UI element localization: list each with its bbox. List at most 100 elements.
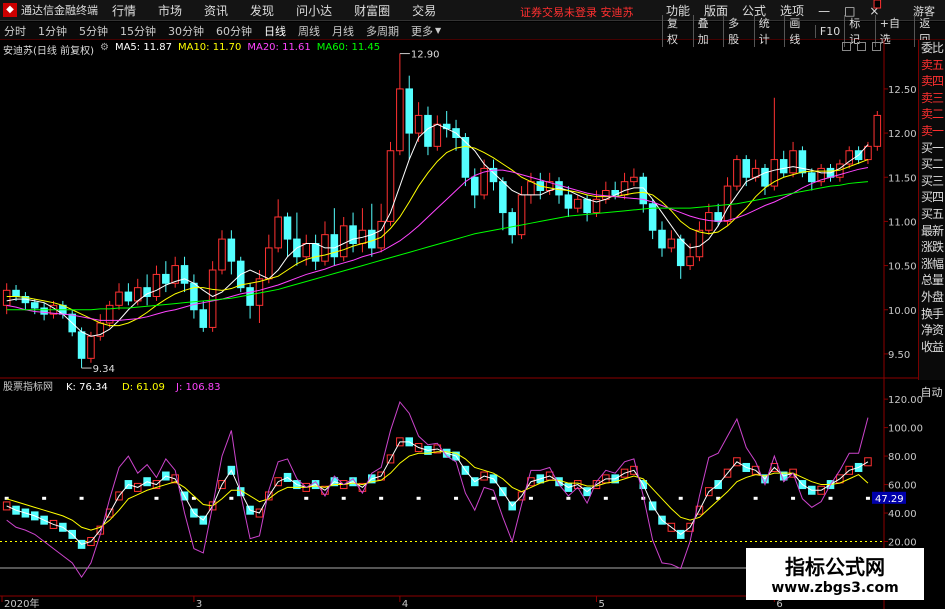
candle-body xyxy=(742,159,751,178)
high-annotation: 12.90 xyxy=(411,50,440,61)
candle-body xyxy=(695,229,704,258)
indicator-candle xyxy=(873,0,882,9)
y-tick-label: 12.00 xyxy=(888,129,917,140)
stock-chart[interactable]: 12.50 12.00 11.50 11.00 10.50 10.00 9.50 12.90 9… xyxy=(0,0,945,609)
candle-body xyxy=(658,229,666,249)
candle-body xyxy=(246,287,254,306)
indicator-k: K: 76.34 xyxy=(66,382,108,393)
ref-dot-50 xyxy=(454,496,459,500)
x-tick-label: 6 xyxy=(776,599,782,609)
candle-body xyxy=(873,114,882,147)
ref-dot-50 xyxy=(791,496,796,500)
kdj-line-k xyxy=(6,441,869,545)
candle-body xyxy=(77,331,86,359)
ref-dot-50 xyxy=(229,496,234,500)
x-tick-label: 2020年 xyxy=(4,597,39,609)
candle-body xyxy=(124,291,133,302)
candle-body xyxy=(620,181,629,196)
candle-body xyxy=(349,225,357,244)
candle-body xyxy=(470,176,479,196)
y-tick-label: 10.50 xyxy=(888,262,917,273)
watermark-url: www.zbgs3.com xyxy=(771,580,899,596)
candle-body xyxy=(115,291,123,306)
candle-body xyxy=(30,302,39,309)
indicator-tick-label: 60.00 xyxy=(888,481,917,492)
ref-dot-50 xyxy=(42,496,47,500)
ma-line-ma5 xyxy=(6,123,869,337)
candle-body xyxy=(527,181,535,196)
indicator-tick-label: 120.00 xyxy=(888,395,923,406)
candle-body xyxy=(733,159,741,187)
candle-body xyxy=(162,273,170,284)
x-tick-label: 3 xyxy=(196,599,202,609)
candle-body xyxy=(798,150,807,174)
indicator-tick-label: 80.00 xyxy=(888,452,917,463)
indicator-d: D: 61.09 xyxy=(122,382,165,393)
ref-dot-50 xyxy=(865,496,870,500)
y-tick-label: 10.00 xyxy=(888,306,917,317)
candle-body xyxy=(227,238,236,262)
candle-body xyxy=(405,88,414,134)
candle-body xyxy=(199,309,208,328)
candle-body xyxy=(2,289,11,306)
candle-body xyxy=(386,150,395,222)
ref-dot-50 xyxy=(416,496,421,500)
indicator-tick-label: 40.00 xyxy=(888,509,917,520)
candle-body xyxy=(12,289,20,298)
candle-body xyxy=(40,307,48,315)
candle-body xyxy=(667,238,676,249)
candle-body xyxy=(265,247,273,280)
candle-body xyxy=(779,159,788,174)
candle-body xyxy=(339,225,348,258)
candle-body xyxy=(152,273,161,297)
y-tick-label: 11.00 xyxy=(888,217,917,228)
candle-body xyxy=(208,269,217,328)
candle-body xyxy=(564,194,573,209)
watermark: 指标公式网 www.zbgs3.com xyxy=(746,548,924,600)
candle-body xyxy=(583,198,591,214)
candle-body xyxy=(433,123,442,147)
candle-body xyxy=(864,145,872,161)
indicator-title: 股票指标网 xyxy=(3,380,53,393)
candle-body xyxy=(808,172,816,183)
candle-body xyxy=(517,194,526,236)
current-value-label: 47.29 xyxy=(875,494,904,505)
y-tick-label: 11.50 xyxy=(888,173,917,184)
x-tick-label: 5 xyxy=(598,599,604,609)
candle-body xyxy=(723,185,732,222)
ref-dot-50 xyxy=(753,496,758,500)
ref-dot-50 xyxy=(154,496,159,500)
candle-body xyxy=(705,212,713,231)
ref-dot-50 xyxy=(304,496,309,500)
candle-body xyxy=(311,243,320,262)
ref-dot-50 xyxy=(828,496,833,500)
ref-dot-50 xyxy=(379,496,384,500)
candle-body xyxy=(87,335,95,359)
indicator-tick-label: 20.00 xyxy=(888,538,917,549)
candle-body xyxy=(630,176,638,183)
y-tick-label: 9.50 xyxy=(888,350,910,361)
watermark-title: 指标公式网 xyxy=(785,555,885,579)
candle-body xyxy=(676,238,685,267)
x-tick-label: 4 xyxy=(402,599,408,609)
candle-body xyxy=(414,114,423,134)
candle-body xyxy=(396,88,404,152)
candle-body xyxy=(368,229,376,249)
candle-body xyxy=(283,216,292,240)
ref-dot-50 xyxy=(341,496,346,500)
candle-body xyxy=(218,238,226,271)
candle-body xyxy=(845,150,854,165)
candle-body xyxy=(302,243,311,258)
candle-body xyxy=(499,181,507,214)
candle-body xyxy=(508,212,516,236)
candle-body xyxy=(686,256,694,267)
ref-dot-50 xyxy=(79,496,84,500)
indicator-j: J: 106.83 xyxy=(175,382,221,393)
candle-body xyxy=(573,198,582,209)
ref-dot-50 xyxy=(603,496,608,500)
indicator-tick-label: 100.00 xyxy=(888,424,923,435)
ref-dot-50 xyxy=(566,496,571,500)
candle-body xyxy=(789,150,797,174)
y-tick-label: 12.50 xyxy=(888,85,917,96)
candle-body xyxy=(714,212,722,222)
